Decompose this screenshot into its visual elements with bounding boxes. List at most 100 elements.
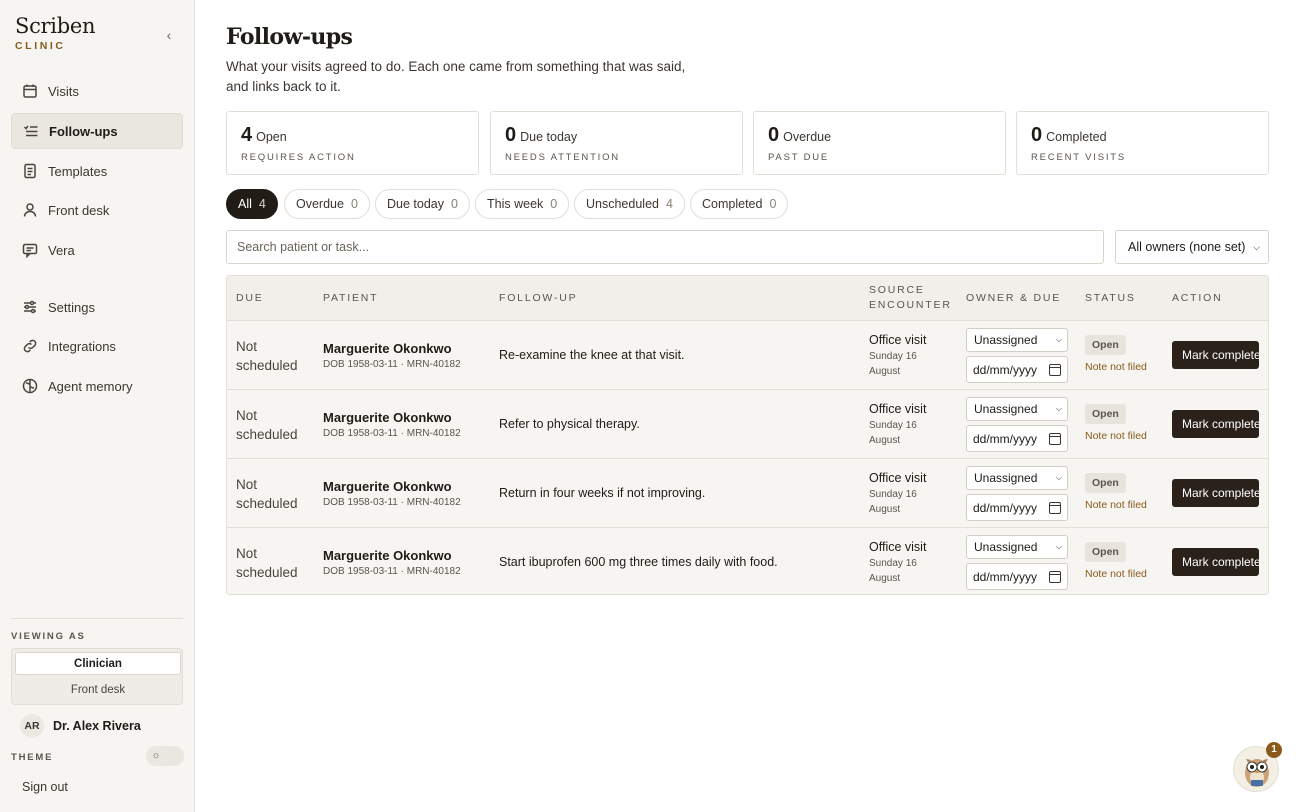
- chevron-down-icon: ⌵: [1253, 241, 1260, 252]
- table-row[interactable]: Not scheduled Marguerite Okonkwo DOB 1958…: [227, 321, 1268, 390]
- sidebar-item-label: Templates: [48, 163, 108, 179]
- sidebar-item-templates[interactable]: Templates: [11, 153, 183, 189]
- view-as-front-desk-option[interactable]: Front desk: [15, 679, 181, 702]
- note-status: Note not filed: [1085, 361, 1147, 373]
- page-title: Follow-ups: [226, 24, 353, 50]
- owner-value: Unassigned: [974, 402, 1038, 416]
- stat-label: Overdue: [783, 130, 832, 144]
- stat-value: 0: [505, 124, 517, 146]
- chip-count: 0: [350, 197, 358, 211]
- source-encounter-link[interactable]: Office visit: [869, 402, 926, 416]
- follow-up-text[interactable]: Return in four weeks if not improving.: [499, 486, 705, 500]
- sidebar-item-front-desk[interactable]: Front desk: [11, 192, 183, 228]
- stat-sublabel: PAST DUE: [768, 152, 830, 163]
- column-header-owner-due[interactable]: OWNER & DUE: [966, 291, 1061, 306]
- sliders-icon: [22, 299, 38, 315]
- table-row[interactable]: Not scheduled Marguerite Okonkwo DOB 1958…: [227, 390, 1268, 459]
- sun-icon: ☼: [151, 750, 161, 761]
- page-description: What your visits agreed to do. Each one …: [226, 59, 686, 94]
- mark-complete-button[interactable]: Mark complete: [1172, 341, 1259, 369]
- status-badge: Open: [1085, 335, 1126, 355]
- source-encounter-link[interactable]: Office visit: [869, 471, 926, 485]
- due-cell: Not scheduled: [236, 337, 316, 375]
- date-placeholder: dd/mm/yyyy: [973, 500, 1038, 515]
- table-row[interactable]: Not scheduled Marguerite Okonkwo DOB 1958…: [227, 528, 1268, 594]
- mark-complete-button[interactable]: Mark complete: [1172, 548, 1259, 576]
- owner-select[interactable]: Unassigned ⌵: [966, 535, 1068, 559]
- note-status: Note not filed: [1085, 430, 1147, 442]
- view-as-clinician-option[interactable]: Clinician: [15, 652, 181, 675]
- sidebar-item-integrations[interactable]: Integrations: [11, 328, 183, 364]
- main-content: Follow-ups What your visits agreed to do…: [195, 0, 1300, 812]
- due-cell: Not scheduled: [236, 544, 316, 582]
- sidebar-item-visits[interactable]: Visits: [11, 73, 183, 109]
- column-header-due[interactable]: DUE: [236, 291, 264, 306]
- calendar-icon: [1049, 363, 1061, 376]
- patient-name[interactable]: Marguerite Okonkwo: [323, 479, 452, 494]
- due-text-line1: Not: [236, 339, 258, 354]
- sidebar-item-vera[interactable]: Vera: [11, 232, 183, 268]
- mark-complete-button[interactable]: Mark complete: [1172, 410, 1259, 438]
- column-header-follow-up[interactable]: FOLLOW-UP: [499, 291, 577, 306]
- current-user[interactable]: AR Dr. Alex Rivera: [20, 714, 141, 738]
- column-header-source[interactable]: SOURCE ENCOUNTER: [869, 283, 952, 313]
- filter-chip-this-week[interactable]: This week 0: [475, 189, 570, 219]
- sign-out-link[interactable]: Sign out: [22, 780, 68, 794]
- follow-up-text[interactable]: Re-examine the knee at that visit.: [499, 348, 685, 362]
- chip-count: 4: [258, 197, 266, 211]
- patient-meta: DOB 1958-03-11 · MRN-40182: [323, 497, 461, 508]
- table-row[interactable]: Not scheduled Marguerite Okonkwo DOB 1958…: [227, 459, 1268, 528]
- filter-chip-all[interactable]: All 4: [226, 189, 278, 219]
- owner-select[interactable]: Unassigned ⌵: [966, 397, 1068, 421]
- follow-ups-table: DUE PATIENT FOLLOW-UP SOURCE ENCOUNTER O…: [226, 275, 1269, 595]
- filter-chip-completed[interactable]: Completed 0: [690, 189, 789, 219]
- document-icon: [22, 163, 38, 179]
- column-header-patient[interactable]: PATIENT: [323, 291, 378, 306]
- search-input[interactable]: [226, 230, 1104, 264]
- sidebar-divider: [11, 618, 183, 619]
- chip-label: All: [238, 197, 252, 211]
- due-date-input[interactable]: dd/mm/yyyy: [966, 563, 1068, 590]
- owner-select[interactable]: Unassigned ⌵: [966, 466, 1068, 490]
- chip-label: Overdue: [296, 197, 344, 211]
- chip-count: 4: [665, 197, 673, 211]
- owner-filter-select[interactable]: All owners (none set) ⌵: [1115, 230, 1269, 264]
- filter-chip-due-today[interactable]: Due today 0: [375, 189, 470, 219]
- due-date-input[interactable]: dd/mm/yyyy: [966, 425, 1068, 452]
- calendar-icon: [1049, 501, 1061, 514]
- collapse-sidebar-icon[interactable]: ‹: [160, 26, 178, 44]
- date-placeholder: dd/mm/yyyy: [973, 362, 1038, 377]
- sidebar-item-label: Settings: [48, 299, 95, 315]
- patient-name[interactable]: Marguerite Okonkwo: [323, 341, 452, 356]
- follow-up-text[interactable]: Refer to physical therapy.: [499, 417, 640, 431]
- source-encounter-link[interactable]: Office visit: [869, 540, 926, 554]
- due-date-input[interactable]: dd/mm/yyyy: [966, 494, 1068, 521]
- link-icon: [22, 338, 38, 354]
- date-placeholder: dd/mm/yyyy: [973, 431, 1038, 446]
- patient-name[interactable]: Marguerite Okonkwo: [323, 548, 452, 563]
- sidebar-item-label: Agent memory: [48, 378, 133, 394]
- sidebar-item-settings[interactable]: Settings: [11, 289, 183, 325]
- column-header-status[interactable]: STATUS: [1085, 291, 1136, 306]
- filter-chip-overdue[interactable]: Overdue 0: [284, 189, 370, 219]
- theme-toggle[interactable]: ☼: [146, 746, 184, 766]
- brand-logo[interactable]: Scriben CLINIC: [15, 14, 96, 52]
- brand-name: Scriben: [15, 14, 96, 38]
- chip-count: 0: [550, 197, 558, 211]
- sidebar-item-follow-ups[interactable]: Follow-ups: [11, 113, 183, 149]
- follow-up-text[interactable]: Start ibuprofen 600 mg three times daily…: [499, 555, 778, 569]
- due-date-input[interactable]: dd/mm/yyyy: [966, 356, 1068, 383]
- due-text-line1: Not: [236, 477, 258, 492]
- filter-chip-unscheduled[interactable]: Unscheduled 4: [574, 189, 685, 219]
- status-badge: Open: [1085, 473, 1126, 493]
- chevron-down-icon: ⌵: [1055, 335, 1062, 344]
- source-encounter-link[interactable]: Office visit: [869, 333, 926, 347]
- due-text-line1: Not: [236, 546, 258, 561]
- patient-name[interactable]: Marguerite Okonkwo: [323, 410, 452, 425]
- patient-meta: DOB 1958-03-11 · MRN-40182: [323, 566, 461, 577]
- mark-complete-button[interactable]: Mark complete: [1172, 479, 1259, 507]
- list-check-icon: [23, 123, 39, 139]
- chat-icon: [22, 242, 38, 258]
- sidebar-item-agent-memory[interactable]: Agent memory: [11, 368, 183, 404]
- owner-select[interactable]: Unassigned ⌵: [966, 328, 1068, 352]
